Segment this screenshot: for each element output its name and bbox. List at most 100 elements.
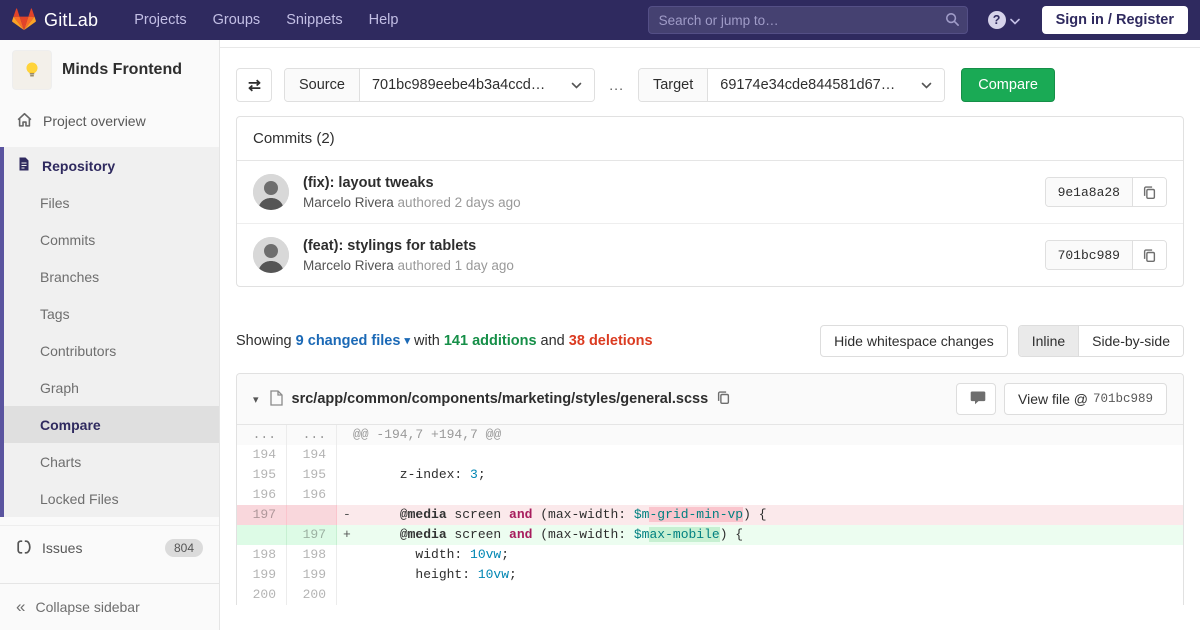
commit-author-link[interactable]: Marcelo Rivera <box>303 195 394 210</box>
view-file-button[interactable]: View file @ 701bc989 <box>1004 383 1167 415</box>
commits-panel: Commits (2) (fix): layout tweaks Marcelo… <box>236 116 1184 287</box>
commit-short-sha[interactable]: 701bc989 <box>1046 241 1133 269</box>
side-by-side-view-button[interactable]: Side-by-side <box>1078 326 1183 356</box>
diff-line-content <box>337 585 1183 605</box>
diff-line-content: + @media screen and (max-width: $max-mob… <box>337 525 1183 545</box>
commit-author-link[interactable]: Marcelo Rivera <box>303 258 394 273</box>
chevron-down-icon <box>921 77 932 93</box>
commit-author-avatar[interactable] <box>253 174 289 210</box>
diff-file-header: ▾ src/app/common/components/marketing/st… <box>237 374 1183 425</box>
sidebar-item-contributors[interactable]: Contributors <box>4 332 219 369</box>
repository-section: Repository Files Commits Branches Tags C… <box>0 147 219 517</box>
search-input[interactable] <box>648 6 968 34</box>
sidebar-item-graph[interactable]: Graph <box>4 369 219 406</box>
old-line-number[interactable]: 195 <box>237 465 287 485</box>
commit-short-sha[interactable]: 9e1a8a28 <box>1046 178 1133 206</box>
diff-line: 197+ @media screen and (max-width: $max-… <box>237 525 1183 545</box>
old-line-number[interactable]: 198 <box>237 545 287 565</box>
copy-sha-button[interactable] <box>1133 241 1166 269</box>
commit-title-link[interactable]: (fix): layout tweaks <box>303 175 1045 191</box>
sidebar-item-commits[interactable]: Commits <box>4 221 219 258</box>
old-line-number[interactable]: 200 <box>237 585 287 605</box>
diff-line: 195195 z-index: 3; <box>237 465 1183 485</box>
nav-link-snippets[interactable]: Snippets <box>286 12 342 28</box>
diff-line: 196196 <box>237 485 1183 505</box>
commit-sha-group: 9e1a8a28 <box>1045 177 1167 207</box>
new-line-number[interactable]: 198 <box>287 545 337 565</box>
nav-link-help[interactable]: Help <box>369 12 399 28</box>
old-line-number[interactable]: 196 <box>237 485 287 505</box>
hide-whitespace-button[interactable]: Hide whitespace changes <box>820 325 1008 357</box>
new-line-number[interactable]: ... <box>287 425 337 445</box>
view-file-sha: 701bc989 <box>1093 392 1153 406</box>
diff-file-panel: ▾ src/app/common/components/marketing/st… <box>236 373 1184 605</box>
help-menu[interactable]: ? <box>988 11 1020 29</box>
nav-link-groups[interactable]: Groups <box>213 12 261 28</box>
inline-view-button[interactable]: Inline <box>1019 326 1078 356</box>
collapse-sidebar-button[interactable]: « Collapse sidebar <box>0 583 219 630</box>
source-revision-dropdown[interactable]: 701bc989eebe4b3a4ccd… <box>360 69 594 101</box>
diff-line-content: height: 10vw; <box>337 565 1183 585</box>
old-line-number[interactable]: 197 <box>237 505 287 525</box>
question-icon: ? <box>988 11 1006 29</box>
diff-line-content: @@ -194,7 +194,7 @@ <box>337 425 1183 445</box>
new-line-number[interactable]: 199 <box>287 565 337 585</box>
new-line-number[interactable] <box>287 505 337 525</box>
deletions-count: 38 deletions <box>569 333 653 349</box>
new-line-number[interactable]: 194 <box>287 445 337 465</box>
swap-arrows-icon <box>246 77 263 94</box>
nav-links: Projects Groups Snippets Help <box>134 12 398 28</box>
nav-link-projects[interactable]: Projects <box>134 12 186 28</box>
sidebar-item-repository[interactable]: Repository <box>4 147 219 184</box>
copy-sha-button[interactable] <box>1133 178 1166 206</box>
project-avatar-lightbulb-icon <box>12 50 52 90</box>
issues-icon <box>16 539 32 558</box>
new-line-number[interactable]: 195 <box>287 465 337 485</box>
toggle-comments-button[interactable] <box>956 383 996 415</box>
copy-icon <box>716 390 731 405</box>
sidebar-item-tags[interactable]: Tags <box>4 295 219 332</box>
collapse-chevrons-icon: « <box>16 597 25 617</box>
old-line-number[interactable] <box>237 525 287 545</box>
sign-in-register-button[interactable]: Sign in / Register <box>1042 6 1188 34</box>
compare-button[interactable]: Compare <box>961 68 1055 102</box>
home-icon <box>16 111 33 131</box>
new-line-number[interactable]: 200 <box>287 585 337 605</box>
sidebar-item-issues[interactable]: Issues 804 <box>0 525 219 566</box>
commit-authored-ago: authored 1 day ago <box>398 258 514 273</box>
sidebar-item-locked-files[interactable]: Locked Files <box>4 480 219 517</box>
diff-line: 198198 width: 10vw; <box>237 545 1183 565</box>
comment-icon <box>970 390 986 405</box>
diff-line: 199199 height: 10vw; <box>237 565 1183 585</box>
sidebar-item-compare[interactable]: Compare <box>4 406 219 443</box>
source-label: Source <box>285 69 360 101</box>
copy-file-path-button[interactable] <box>716 390 731 408</box>
commit-title-link[interactable]: (feat): stylings for tablets <box>303 238 1045 254</box>
sidebar-item-charts[interactable]: Charts <box>4 443 219 480</box>
collapse-file-caret-icon[interactable]: ▾ <box>253 393 259 406</box>
project-header[interactable]: Minds Frontend <box>0 40 219 102</box>
gitlab-logo[interactable]: GitLab <box>12 8 98 32</box>
sidebar-item-branches[interactable]: Branches <box>4 258 219 295</box>
old-line-number[interactable]: ... <box>237 425 287 445</box>
additions-count: 141 additions <box>444 333 537 349</box>
compare-form: Source 701bc989eebe4b3a4ccd… ... Target … <box>236 68 1184 102</box>
old-line-number[interactable]: 194 <box>237 445 287 465</box>
diff-file-path[interactable]: src/app/common/components/marketing/styl… <box>292 391 709 407</box>
target-revision-dropdown[interactable]: 69174e34cde844581d67… <box>708 69 944 101</box>
search-icon <box>945 12 960 30</box>
commit-author-avatar[interactable] <box>253 237 289 273</box>
new-line-number[interactable]: 197 <box>287 525 337 545</box>
target-input-group: Target 69174e34cde844581d67… <box>638 68 945 102</box>
chevron-down-icon <box>1010 12 1020 28</box>
sidebar-item-files[interactable]: Files <box>4 184 219 221</box>
changed-files-dropdown[interactable]: 9 changed files ▾ <box>296 333 410 349</box>
copy-icon <box>1142 185 1157 200</box>
old-line-number[interactable]: 199 <box>237 565 287 585</box>
swap-revisions-button[interactable] <box>236 68 272 102</box>
sidebar-item-project-overview[interactable]: Project overview <box>0 102 219 139</box>
caret-down-icon: ▾ <box>404 335 410 347</box>
diff-summary-bar: Showing 9 changed files ▾ with 141 addit… <box>236 325 1184 357</box>
diff-line-content: z-index: 3; <box>337 465 1183 485</box>
new-line-number[interactable]: 196 <box>287 485 337 505</box>
